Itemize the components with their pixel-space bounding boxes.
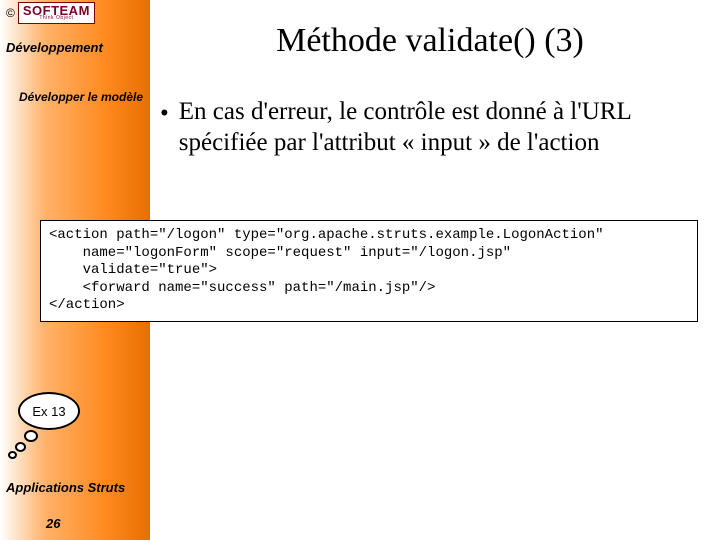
body-text: • En cas d'erreur, le contrôle est donné… xyxy=(160,96,700,159)
bullet-dot: • xyxy=(160,98,169,129)
bullet-text: En cas d'erreur, le contrôle est donné à… xyxy=(179,96,700,159)
page-number: 26 xyxy=(46,516,60,531)
slide-title: Méthode validate() (3) xyxy=(160,22,700,60)
sidebar-subheading: Développer le modèle xyxy=(0,90,162,104)
logo-box: SOFTEAM Think Object xyxy=(18,2,95,24)
thought-bubble-dot xyxy=(15,442,26,452)
thought-bubble-dot xyxy=(24,430,38,442)
footer-title: Applications Struts xyxy=(6,480,125,495)
slide: © SOFTEAM Think Object Développement Dév… xyxy=(0,0,720,540)
thought-bubble-dot xyxy=(8,451,17,459)
copyright-symbol: © xyxy=(6,6,15,20)
sidebar-heading: Développement xyxy=(0,40,156,55)
bullet-item: • En cas d'erreur, le contrôle est donné… xyxy=(160,96,700,159)
bubble-text: Ex 13 xyxy=(32,404,65,419)
code-block: <action path="/logon" type="org.apache.s… xyxy=(40,220,698,322)
thought-bubble: Ex 13 xyxy=(18,392,80,430)
logo-subtext: Think Object xyxy=(39,16,73,21)
logo: © SOFTEAM Think Object xyxy=(6,2,95,24)
